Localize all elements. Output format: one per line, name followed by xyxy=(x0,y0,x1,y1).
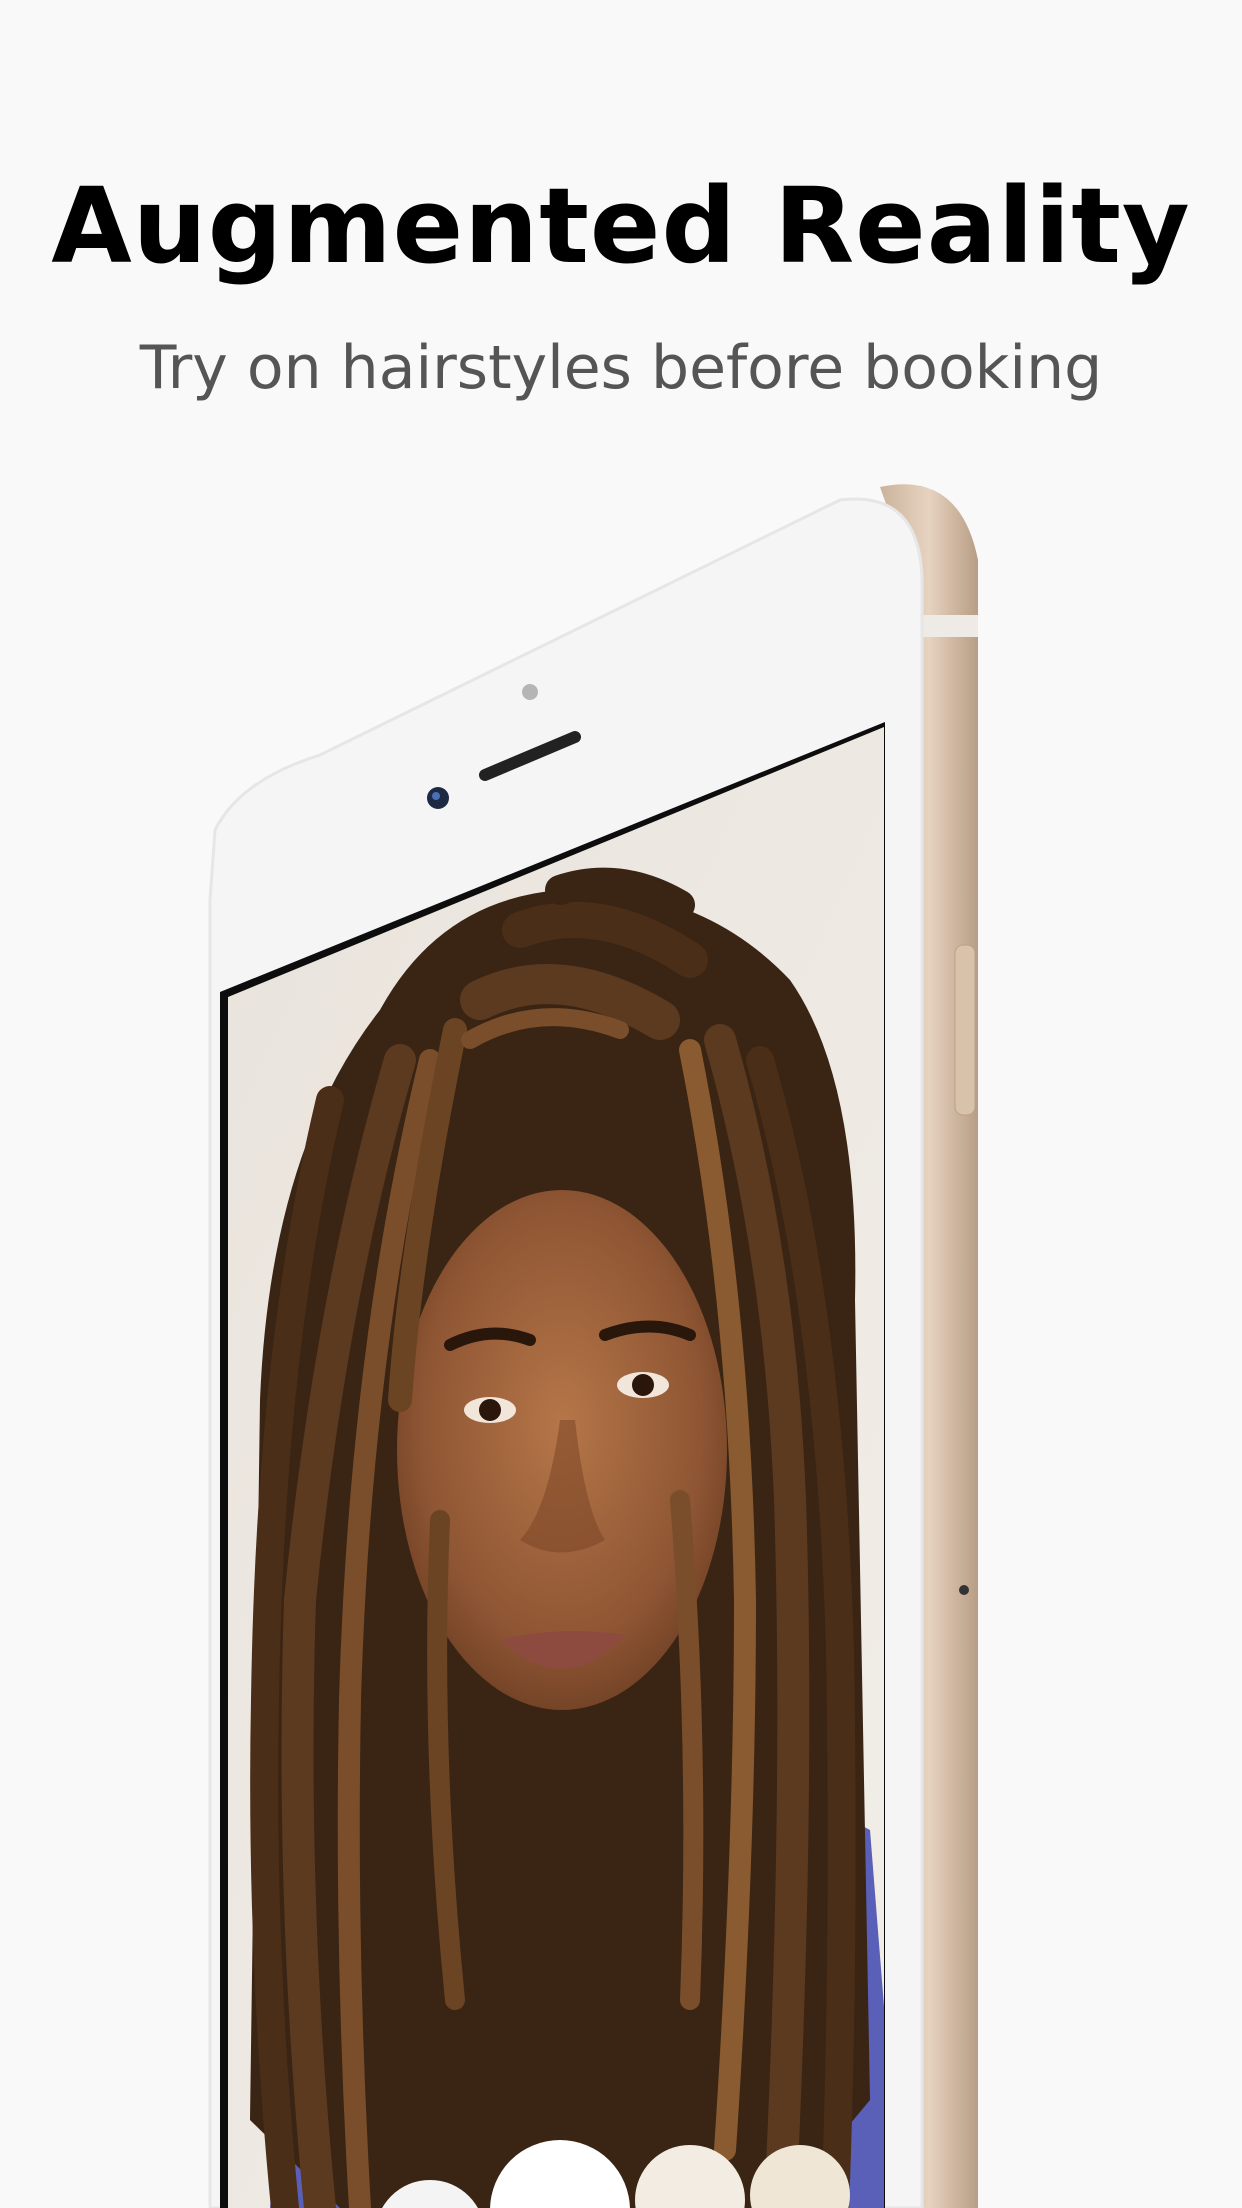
mic-hole-icon xyxy=(959,1585,969,1595)
proximity-sensor-icon xyxy=(522,684,538,700)
phone-mockup xyxy=(208,484,978,2208)
volume-button xyxy=(954,944,976,1116)
phone-antenna-band xyxy=(922,615,978,637)
app-store-screenshot: Augmented Reality Try on hairstyles befo… xyxy=(0,0,1242,2208)
